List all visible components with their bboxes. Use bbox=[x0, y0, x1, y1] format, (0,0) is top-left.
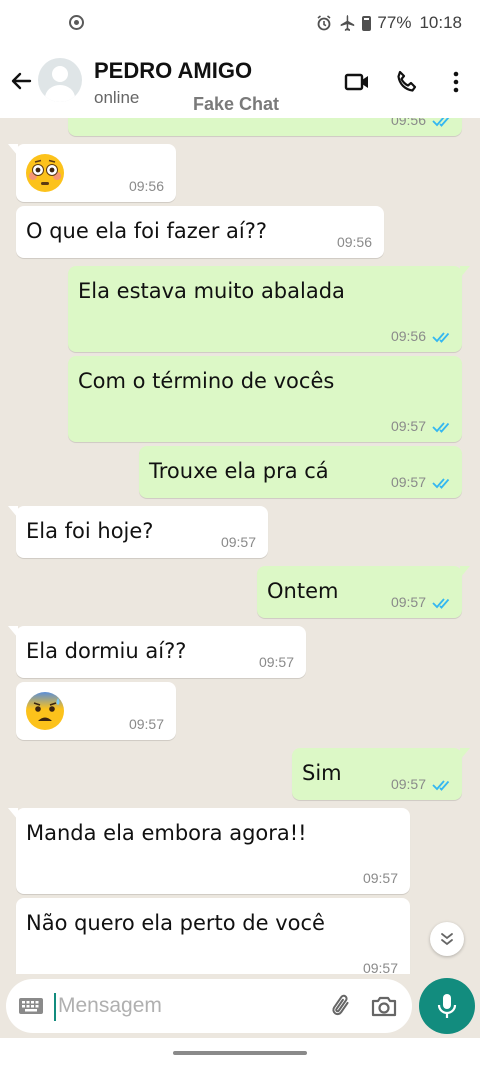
message-bubble-incoming[interactable]: Ela dormiu aí?? 09:57 bbox=[8, 626, 306, 678]
message-bubble-outgoing[interactable]: Ela estava muito abalada 09:56 bbox=[68, 266, 470, 352]
message-text: Ela foi hoje? bbox=[26, 519, 154, 543]
message-time: 09:56 bbox=[390, 118, 426, 128]
message-bubble-outgoing[interactable]: 09:56 bbox=[68, 118, 462, 136]
message-bubble-outgoing[interactable]: Trouxe ela pra cá 09:57 bbox=[139, 446, 462, 498]
contact-status: online bbox=[94, 88, 140, 107]
scroll-to-bottom-button[interactable] bbox=[430, 922, 464, 956]
message-bubble-incoming[interactable]: Ela foi hoje? 09:57 bbox=[8, 506, 268, 558]
message-time: 09:56 bbox=[390, 328, 426, 344]
message-bubble-incoming[interactable]: Manda ela embora agora!! 09:57 bbox=[8, 808, 410, 894]
message-text: Trouxe ela pra cá bbox=[149, 459, 329, 483]
keyboard-icon[interactable] bbox=[18, 994, 44, 1018]
read-receipt-icon bbox=[432, 598, 450, 609]
message-list[interactable]: 09:56 09:56 O que ela foi fazer aí?? 09:… bbox=[0, 118, 480, 974]
message-time: 09:57 bbox=[362, 960, 398, 974]
message-bubble-outgoing[interactable]: Com o término de vocês 09:57 bbox=[68, 356, 462, 442]
contact-name[interactable]: PEDRO AMIGO bbox=[94, 58, 252, 84]
anxious-face-with-sweat-icon bbox=[26, 692, 64, 730]
message-text: Com o término de vocês bbox=[78, 369, 335, 393]
battery-icon bbox=[362, 15, 372, 31]
message-bubble-incoming[interactable]: 09:57 bbox=[16, 682, 176, 740]
flushed-face-icon bbox=[26, 154, 64, 192]
message-time: 09:57 bbox=[390, 776, 426, 792]
text-caret bbox=[54, 993, 56, 1021]
double-chevron-down-icon bbox=[441, 933, 453, 946]
notification-icon bbox=[69, 15, 84, 30]
status-indicators: 77% 10:18 bbox=[316, 13, 462, 33]
read-receipt-icon bbox=[432, 780, 450, 791]
message-bubble-incoming[interactable]: Não quero ela perto de você 09:57 bbox=[16, 898, 410, 974]
message-text: Ela estava muito abalada bbox=[78, 279, 345, 303]
read-receipt-icon bbox=[432, 422, 450, 433]
camera-icon[interactable] bbox=[370, 993, 398, 1019]
clock: 10:18 bbox=[419, 13, 462, 32]
system-nav-bar bbox=[0, 1038, 480, 1066]
message-time: 09:57 bbox=[258, 654, 294, 670]
read-receipt-icon bbox=[432, 118, 450, 127]
paperclip-icon[interactable] bbox=[328, 992, 356, 1020]
message-bubble-outgoing[interactable]: Ontem 09:57 bbox=[257, 566, 470, 618]
alarm-icon bbox=[317, 15, 331, 31]
message-text: Ela dormiu aí?? bbox=[26, 639, 187, 663]
phone-call-icon[interactable] bbox=[393, 68, 421, 96]
message-time: 09:57 bbox=[390, 418, 426, 434]
chat-header: PEDRO AMIGO online Fake Chat bbox=[0, 48, 480, 118]
status-bar: 77% 10:18 bbox=[0, 0, 480, 48]
message-time: 09:57 bbox=[128, 716, 164, 732]
airplane-icon bbox=[341, 15, 355, 31]
message-text: Ontem bbox=[267, 579, 339, 603]
message-time: 09:57 bbox=[220, 534, 256, 550]
battery-level: 77% bbox=[377, 13, 412, 32]
read-receipt-icon bbox=[432, 332, 450, 343]
avatar[interactable] bbox=[38, 58, 82, 102]
app-watermark: Fake Chat bbox=[193, 94, 280, 114]
voice-message-button[interactable] bbox=[419, 978, 475, 1034]
back-arrow-icon[interactable] bbox=[6, 66, 36, 96]
message-input[interactable] bbox=[58, 987, 318, 1025]
message-text: Sim bbox=[302, 761, 342, 785]
message-composer[interactable] bbox=[6, 979, 412, 1033]
microphone-icon bbox=[437, 994, 457, 1018]
message-time: 09:56 bbox=[336, 234, 372, 250]
video-call-icon[interactable] bbox=[343, 68, 371, 96]
message-time: 09:57 bbox=[390, 474, 426, 490]
home-gesture-handle[interactable] bbox=[173, 1051, 307, 1055]
message-bubble-incoming[interactable]: O que ela foi fazer aí?? 09:56 bbox=[16, 206, 384, 258]
composer-bar bbox=[0, 974, 480, 1038]
message-time: 09:57 bbox=[362, 870, 398, 886]
read-receipt-icon bbox=[432, 478, 450, 489]
message-text: Manda ela embora agora!! bbox=[26, 821, 307, 845]
message-bubble-incoming[interactable]: 09:56 bbox=[8, 144, 176, 202]
more-options-icon[interactable] bbox=[442, 68, 470, 96]
message-text: O que ela foi fazer aí?? bbox=[26, 219, 267, 243]
message-time: 09:56 bbox=[128, 178, 164, 194]
message-time: 09:57 bbox=[390, 594, 426, 610]
message-text: Não quero ela perto de você bbox=[26, 911, 325, 935]
message-bubble-outgoing[interactable]: Sim 09:57 bbox=[292, 748, 470, 800]
